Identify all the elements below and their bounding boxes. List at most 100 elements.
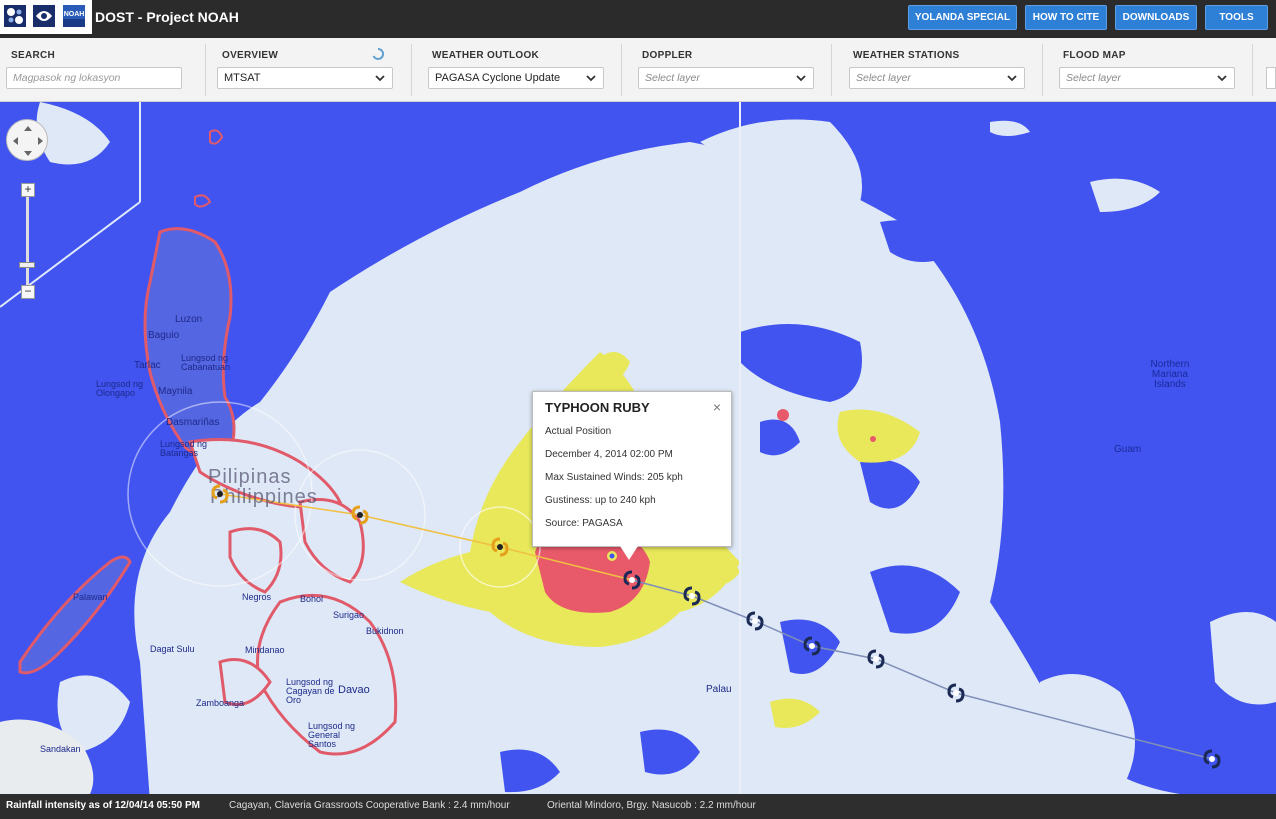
filter-divider: [621, 44, 622, 96]
place-label: Luzon: [175, 314, 203, 325]
noah-logo-icon: NOAH: [63, 5, 85, 27]
zoom-slider-track[interactable]: [26, 197, 29, 297]
typhoon-forecast-icon[interactable]: [349, 504, 371, 526]
chevron-down-icon: [1217, 75, 1227, 82]
flood-map-value: Select layer: [1066, 72, 1121, 84]
pan-arrows-icon: [13, 126, 43, 156]
overview-group: OVERVIEW MTSAT: [217, 38, 395, 102]
noah-logo-text: NOAH: [64, 11, 85, 18]
typhoon-past-icon[interactable]: [865, 648, 887, 670]
map-canvas[interactable]: Luzon Baguio Lungsod ng Cabanatuan Tarla…: [0, 102, 1276, 794]
top-bar: NOAH DOST - Project NOAH YOLANDA SPECIAL…: [0, 0, 1276, 38]
flood-map-label: FLOOD MAP: [1063, 50, 1126, 61]
logo-area[interactable]: NOAH: [0, 0, 92, 34]
close-icon[interactable]: ×: [713, 399, 721, 415]
how-to-cite-button[interactable]: HOW TO CITE: [1025, 5, 1107, 30]
weather-stations-select[interactable]: Select layer: [849, 67, 1025, 89]
loading-icon: [372, 48, 384, 60]
tools-button[interactable]: TOOLS: [1205, 5, 1268, 30]
weather-stations-label: WEATHER STATIONS: [853, 50, 960, 61]
weather-outlook-label: WEATHER OUTLOOK: [432, 50, 540, 61]
weather-stations-value: Select layer: [856, 72, 911, 84]
ticker-item[interactable]: Cagayan, Claveria Grassroots Cooperative…: [229, 800, 510, 811]
weather-outlook-select[interactable]: PAGASA Cyclone Update: [428, 67, 604, 89]
place-label: Bukidnon: [366, 626, 404, 636]
typhoon-past-icon[interactable]: [1201, 748, 1223, 770]
search-input[interactable]: [6, 67, 182, 89]
filter-divider: [1042, 44, 1043, 96]
place-label: Lungsod ng Olongapo: [96, 379, 144, 398]
place-label: Baguio: [148, 330, 180, 341]
ticker-item[interactable]: Oriental Mindoro, Brgy. Nasucob : 2.2 mm…: [547, 800, 756, 811]
popup-line: Source: PAGASA: [545, 518, 623, 529]
place-label: Sandakan: [40, 744, 81, 754]
filter-divider: [831, 44, 832, 96]
doppler-label: DOPPLER: [642, 50, 693, 61]
typhoon-past-icon[interactable]: [744, 610, 766, 632]
popup-line: Actual Position: [545, 426, 612, 437]
ticker-heading: Rainfall intensity as of 12/04/14 05:50 …: [6, 800, 200, 811]
search-label: SEARCH: [11, 50, 56, 61]
place-label: Bohol: [300, 594, 324, 604]
typhoon-forecast-icon[interactable]: [489, 536, 511, 558]
place-label: Palawan: [73, 592, 108, 602]
dost-logo-2-icon: [33, 5, 55, 27]
more-filters-select[interactable]: [1266, 67, 1276, 89]
popup-line: December 4, 2014 02:00 PM: [545, 449, 673, 460]
app-title: DOST - Project NOAH: [95, 9, 239, 25]
popup-line: Max Sustained Winds: 205 kph: [545, 472, 683, 483]
typhoon-info-popup: TYPHOON RUBY × Actual Position December …: [532, 391, 732, 547]
typhoon-forecast-icon[interactable]: [209, 483, 231, 505]
place-label: Mindanao: [245, 645, 285, 655]
chevron-down-icon: [375, 75, 385, 82]
weather-stations-group: WEATHER STATIONS Select layer: [849, 38, 1027, 102]
dost-logo-icon: [4, 5, 26, 27]
downloads-button[interactable]: DOWNLOADS: [1115, 5, 1197, 30]
place-label: Lungsod ng Cagayan de Oro: [286, 677, 335, 705]
rainfall-ticker: Rainfall intensity as of 12/04/14 05:50 …: [0, 794, 1276, 819]
filter-bar: SEARCH OVERVIEW MTSAT WEATHER OUTLOOK PA…: [0, 38, 1276, 102]
place-label: Surigao: [333, 610, 365, 620]
chevron-down-icon: [796, 75, 806, 82]
search-group: SEARCH: [6, 38, 196, 102]
place-label: Northern Mariana Islands: [1150, 359, 1190, 390]
popup-line: Gustiness: up to 240 kph: [545, 495, 656, 506]
zoom-out-button[interactable]: −: [21, 285, 35, 299]
weather-outlook-value: PAGASA Cyclone Update: [435, 72, 561, 84]
filter-divider: [411, 44, 412, 96]
popup-pointer: [620, 546, 638, 560]
place-label: Lungsod ng General Santos: [308, 721, 356, 749]
pan-control[interactable]: [6, 119, 48, 161]
place-label: Guam: [1114, 444, 1142, 455]
chevron-down-icon: [1007, 75, 1017, 82]
place-label: Negros: [242, 592, 272, 602]
typhoon-past-icon[interactable]: [945, 682, 967, 704]
flood-map-select[interactable]: Select layer: [1059, 67, 1235, 89]
doppler-select[interactable]: Select layer: [638, 67, 814, 89]
filter-divider: [205, 44, 206, 96]
weather-outlook-group: WEATHER OUTLOOK PAGASA Cyclone Update: [428, 38, 606, 102]
place-label: Dagat Sulu: [150, 644, 195, 654]
place-label: Lungsod ng Batangas: [160, 439, 208, 458]
doppler-group: DOPPLER Select layer: [638, 38, 816, 102]
popup-title: TYPHOON RUBY: [545, 400, 650, 415]
overview-label: OVERVIEW: [222, 50, 279, 61]
place-label: Zamboanga: [196, 698, 245, 708]
place-label: Palau: [706, 684, 732, 695]
place-label: Dasmariñas: [166, 417, 220, 428]
typhoon-past-icon[interactable]: [681, 585, 703, 607]
doppler-value: Select layer: [645, 72, 700, 84]
overview-value: MTSAT: [224, 72, 261, 84]
typhoon-current-icon[interactable]: [621, 569, 643, 591]
chevron-down-icon: [586, 75, 596, 82]
place-label: Maynila: [158, 386, 193, 397]
place-label: Lungsod ng Cabanatuan: [181, 353, 231, 372]
place-label: Tarlac: [134, 360, 161, 371]
yolanda-special-button[interactable]: YOLANDA SPECIAL: [908, 5, 1017, 30]
typhoon-past-icon[interactable]: [801, 635, 823, 657]
flood-map-group: FLOOD MAP Select layer: [1059, 38, 1237, 102]
zoom-slider-handle[interactable]: [19, 262, 35, 268]
zoom-in-button[interactable]: +: [21, 183, 35, 197]
place-label: Davao: [338, 684, 370, 696]
overview-select[interactable]: MTSAT: [217, 67, 393, 89]
